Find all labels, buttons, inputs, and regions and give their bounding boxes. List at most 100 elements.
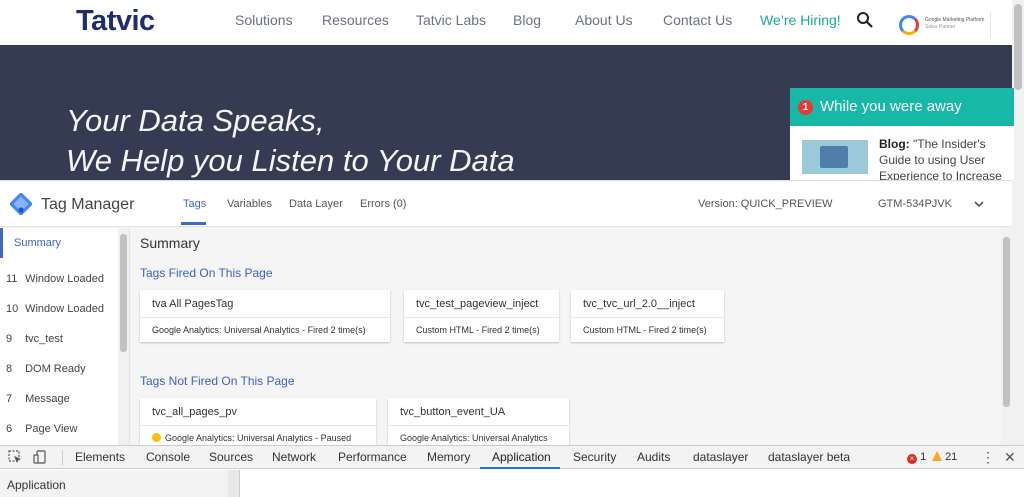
tags-not-fired-heading: Tags Not Fired On This Page [140,374,295,388]
sidebar-item-summary[interactable]: Summary [0,228,118,258]
devtools-tab-sources[interactable]: Sources [209,450,253,464]
summary-heading: Summary [140,235,200,251]
tag-manager-toolbar: Tag Manager Tags Variables Data Layer Er… [0,181,1024,227]
sidebar-item-event[interactable]: 8 DOM Ready [0,354,118,384]
close-devtools-icon[interactable]: ✕ [1004,449,1016,466]
active-tab-indicator [181,222,206,225]
error-count[interactable]: × 1 [907,451,926,464]
sidebar-item-event[interactable]: 11 Window Loaded [0,264,118,294]
application-section-label[interactable]: Application [7,478,66,492]
more-options-icon[interactable]: ⋮ [981,449,995,466]
tatvic-logo[interactable]: Tatvic [76,5,155,38]
tag-description-text: Google Analytics: Universal Analytics - … [165,433,352,443]
warning-icon [932,451,942,461]
application-sidebar: Application [0,470,240,497]
page-scrollbar-thumb[interactable] [1014,4,1022,90]
nav-blog[interactable]: Blog [513,12,541,28]
content-scrollbar-thumb[interactable] [1003,237,1010,407]
while-you-were-away-popup[interactable]: 1 While you were away Blog: "The Insider… [790,88,1014,180]
tag-description: Custom HTML - Fired 2 time(s) [583,325,707,335]
application-main-panel [241,470,1024,497]
outer-scrollbar[interactable] [1012,180,1024,445]
blog-label: Blog: [879,137,910,151]
event-timeline-sidebar: Summary 11 Window Loaded 10 Window Loade… [0,228,130,446]
devtools-tab-dataslayer-beta[interactable]: dataslayer beta [768,450,850,464]
nav-hiring[interactable]: We’re Hiring! [760,12,841,28]
tag-name: tvc_all_pages_pv [152,406,238,418]
tag-card[interactable]: tva All PagesTag Google Analytics: Unive… [140,290,390,342]
tag-manager-debug-panel: Tag Manager Tags Variables Data Layer Er… [0,180,1024,446]
partner-text: Google Marketing Platform Sales Partner [925,17,989,31]
tab-errors[interactable]: Errors (0) [360,198,406,210]
event-number: 6 [6,423,13,435]
nav-tatvic-labs[interactable]: Tatvic Labs [416,12,486,28]
error-icon: × [907,454,917,464]
tag-manager-title: Tag Manager [41,196,135,213]
tab-data-layer[interactable]: Data Layer [289,198,343,210]
tag-manager-logo-icon [10,193,32,215]
tag-card[interactable]: tvc_test_pageview_inject Custom HTML - F… [404,290,559,342]
devtools-tab-memory[interactable]: Memory [427,450,470,464]
card-divider [140,425,376,426]
tag-description: Google Analytics: Universal Analytics - … [152,433,351,443]
sidebar-item-label: tvc_test [25,333,63,345]
devtools-tab-audits[interactable]: Audits [637,450,670,464]
card-divider [140,317,390,318]
popup-header[interactable]: 1 While you were away [790,88,1014,126]
devtools-tabbar: Elements Console Sources Network Perform… [0,445,1024,469]
devtools-active-tab-indicator [480,467,560,469]
nav-about-us[interactable]: About Us [575,12,633,28]
devtools-tab-performance[interactable]: Performance [338,450,407,464]
tags-fired-heading: Tags Fired On This Page [140,266,273,280]
content-scrollbar[interactable] [1001,227,1012,445]
container-version: Version: QUICK_PREVIEW [698,198,833,210]
search-icon[interactable] [856,11,874,29]
google-marketing-platform-icon [899,15,919,35]
sidebar-item-label: Page View [25,423,78,435]
devtools-tab-console[interactable]: Console [146,450,190,464]
tab-tags[interactable]: Tags [183,198,206,210]
devtools-tab-application[interactable]: Application [492,450,551,464]
partner-line2: Sales Partner [925,24,956,30]
devtools-tab-security[interactable]: Security [573,450,616,464]
nav-contact-us[interactable]: Contact Us [663,12,732,28]
tag-card[interactable]: tvc_tvc_url_2.0__inject Custom HTML - Fi… [571,290,724,342]
paused-icon [152,433,161,442]
popup-blog-text[interactable]: Blog: "The Insider's Guide to using User… [879,136,1007,180]
site-header: Tatvic Solutions Resources Tatvic Labs B… [0,0,1012,45]
popup-title: While you were away [820,98,962,115]
sidebar-scrollbar[interactable] [118,228,129,446]
device-toolbar-icon[interactable] [33,450,47,464]
card-divider [388,425,569,426]
blog-thumbnail-image[interactable] [802,140,868,174]
inspect-element-icon[interactable] [8,450,22,464]
devtools-tab-elements[interactable]: Elements [75,450,125,464]
event-number: 7 [6,393,13,405]
tag-card[interactable]: tvc_all_pages_pv Google Analytics: Unive… [140,398,376,446]
warning-count-value: 21 [945,451,958,463]
devtools-tab-network[interactable]: Network [272,450,316,464]
sidebar-scrollbar-thumb[interactable] [120,234,127,352]
event-number: 8 [6,363,13,375]
sidebar-item-event[interactable]: 7 Message [0,384,118,414]
tag-description: Google Analytics: Universal Analytics [400,433,548,443]
tab-variables[interactable]: Variables [227,198,272,210]
tag-name: tvc_test_pageview_inject [416,298,539,310]
devtools-tab-dataslayer[interactable]: dataslayer [693,450,748,464]
event-number: 10 [6,303,19,315]
error-count-value: 1 [920,451,927,463]
warning-count[interactable]: 21 [932,451,957,463]
application-scrollbar[interactable] [228,470,239,497]
tag-description: Custom HTML - Fired 2 time(s) [416,325,540,335]
nav-solutions[interactable]: Solutions [235,12,293,28]
sidebar-item-label: Message [25,393,70,405]
sidebar-item-event[interactable]: 10 Window Loaded [0,294,118,324]
hero-line-1: Your Data Speaks, [66,103,325,138]
card-divider [571,317,724,318]
sidebar-item-event[interactable]: 9 tvc_test [0,324,118,354]
tag-card[interactable]: tvc_button_event_UA Google Analytics: Un… [388,398,569,446]
chevron-down-icon[interactable] [972,197,986,211]
nav-resources[interactable]: Resources [322,12,389,28]
sidebar-item-label: Window Loaded [25,273,104,285]
sidebar-item-event[interactable]: 6 Page View [0,414,118,444]
